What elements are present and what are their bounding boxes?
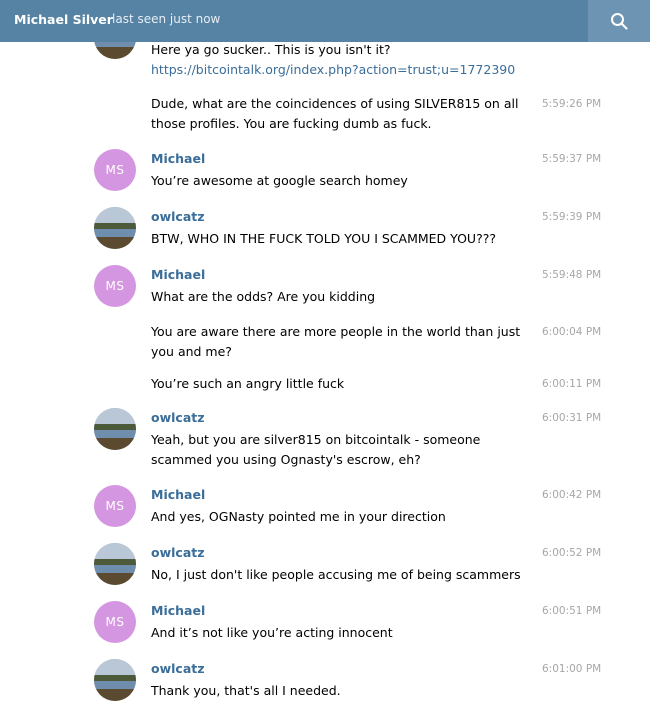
- lake-photo-icon: [94, 659, 136, 701]
- message-time: 5:59:37 PM: [542, 153, 602, 165]
- message-author[interactable]: owlcatz: [151, 661, 205, 676]
- message-time: 6:00:31 PM: [542, 412, 602, 424]
- chat-header: Michael Silver last seen just now: [0, 0, 650, 42]
- lake-photo-icon: [94, 42, 136, 59]
- message-author[interactable]: Michael: [151, 603, 205, 618]
- message-text: What are the odds? Are you kidding: [151, 289, 376, 304]
- message-time: 6:00:42 PM: [542, 489, 602, 501]
- avatar-owlcatz[interactable]: [94, 408, 136, 450]
- message-time: 6:00:11 PM: [542, 378, 602, 390]
- avatar-owlcatz[interactable]: [94, 207, 136, 249]
- message-time: 5:59:48 PM: [542, 269, 602, 281]
- contact-name[interactable]: Michael Silver: [14, 12, 113, 27]
- message-text: You are aware there are more people in t…: [151, 324, 521, 359]
- avatar-owlcatz[interactable]: [94, 659, 136, 701]
- avatar-owlcatz[interactable]: [94, 42, 136, 59]
- message-time: 6:00:52 PM: [542, 547, 602, 559]
- message-time: 5:59:26 PM: [542, 98, 602, 110]
- message-text: And yes, OGNasty pointed me in your dire…: [151, 509, 446, 524]
- avatar-michael[interactable]: MS: [94, 601, 136, 643]
- message-text: You’re such an angry little fuck: [151, 376, 345, 391]
- avatar-michael[interactable]: MS: [94, 149, 136, 191]
- avatar-owlcatz[interactable]: [94, 543, 136, 585]
- message-author[interactable]: Michael: [151, 267, 205, 282]
- message-text: Yeah, but you are silver815 on bitcointa…: [151, 432, 481, 467]
- message-author[interactable]: owlcatz: [151, 209, 205, 224]
- lake-photo-icon: [94, 207, 136, 249]
- message-feed[interactable]: Here ya go sucker.. This is you isn't it…: [0, 42, 650, 711]
- message-text: Dude, what are the coincidences of using…: [151, 96, 519, 131]
- message-link[interactable]: https://bitcointalk.org/index.php?action…: [151, 60, 531, 80]
- message-text: And it’s not like you’re acting innocent: [151, 625, 393, 640]
- message-text: No, I just don't like people accusing me…: [151, 567, 521, 582]
- message-time: 6:00:51 PM: [542, 605, 602, 617]
- message-author[interactable]: Michael: [151, 487, 205, 502]
- message-time: 6:01:00 PM: [542, 663, 602, 675]
- search-button[interactable]: [588, 0, 650, 42]
- message-time: 6:00:04 PM: [542, 326, 602, 338]
- message-text: You’re awesome at google search homey: [151, 173, 408, 188]
- contact-status: last seen just now: [112, 12, 221, 26]
- message-time: 5:59:39 PM: [542, 211, 602, 223]
- avatar-michael[interactable]: MS: [94, 485, 136, 527]
- message-text: BTW, WHO IN THE FUCK TOLD YOU I SCAMMED …: [151, 231, 496, 246]
- lake-photo-icon: [94, 408, 136, 450]
- lake-photo-icon: [94, 543, 136, 585]
- message-text: Here ya go sucker.. This is you isn't it…: [151, 42, 531, 80]
- avatar-michael[interactable]: MS: [94, 265, 136, 307]
- search-icon: [611, 13, 628, 30]
- message-author[interactable]: Michael: [151, 151, 205, 166]
- message-text: Thank you, that's all I needed.: [151, 683, 341, 698]
- message-author[interactable]: owlcatz: [151, 545, 205, 560]
- message-author[interactable]: owlcatz: [151, 410, 205, 425]
